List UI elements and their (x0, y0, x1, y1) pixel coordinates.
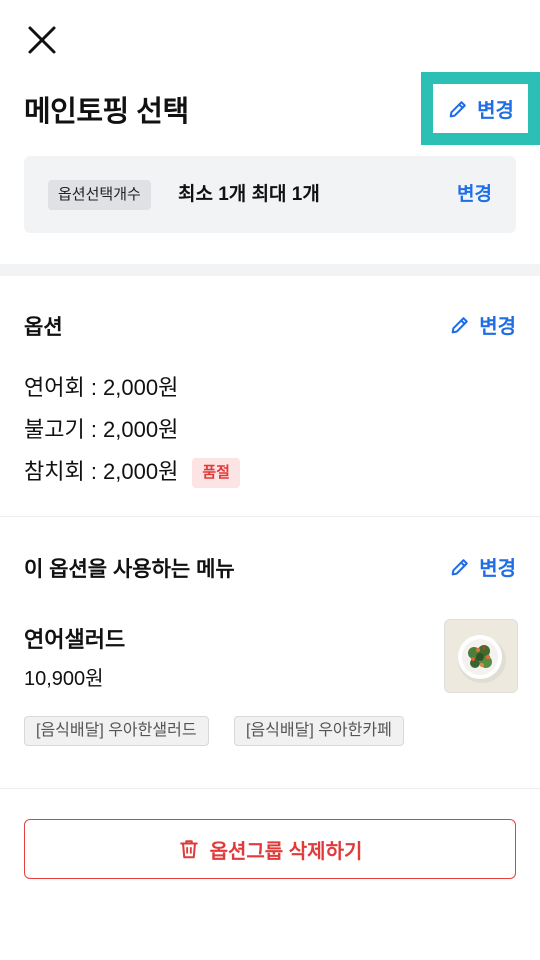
divider (0, 516, 540, 517)
option-item-text: 불고기 : 2,000원 (24, 417, 179, 442)
option-item-text: 연어회 : 2,000원 (24, 375, 179, 400)
close-icon (28, 26, 56, 54)
menu-thumbnail (444, 619, 518, 693)
store-tag: [음식배달] 우아한카페 (234, 716, 404, 746)
option-item-text: 참치회 : 2,000원 (24, 459, 179, 484)
pencil-icon (451, 316, 468, 333)
page-title: 메인토핑 선택 (24, 96, 189, 128)
option-count-chip: 옵션선택개수 (48, 180, 151, 210)
salad-image (445, 620, 517, 692)
menus-section-title: 이 옵션을 사용하는 메뉴 (24, 558, 235, 581)
menus-edit-label: 변경 (479, 558, 516, 580)
title-edit-button[interactable]: 변경 (433, 84, 528, 133)
title-edit-highlight: 변경 (421, 72, 540, 145)
options-edit-label: 변경 (479, 316, 516, 338)
divider (0, 788, 540, 789)
options-section-title: 옵션 (24, 316, 63, 339)
option-item: 불고기 : 2,000원 (24, 412, 178, 444)
soldout-badge: 품절 (192, 458, 240, 489)
option-count-value: 최소 1개 최대 1개 (178, 184, 320, 205)
option-item: 참치회 : 2,000원 품절 (24, 454, 240, 489)
section-divider (0, 264, 540, 276)
close-button[interactable] (24, 22, 60, 58)
menu-price: 10,900원 (24, 668, 104, 690)
trash-icon (179, 840, 198, 859)
store-tag: [음식배달] 우아한샐러드 (24, 716, 209, 746)
option-item: 연어회 : 2,000원 (24, 370, 178, 402)
option-count-box: 옵션선택개수 최소 1개 최대 1개 변경 (24, 156, 516, 233)
delete-option-group-button[interactable]: 옵션그룹 삭제하기 (24, 819, 516, 879)
menus-edit-button[interactable]: 변경 (449, 552, 516, 581)
title-edit-label: 변경 (477, 100, 514, 122)
pencil-icon (451, 558, 468, 575)
delete-option-group-label: 옵션그룹 삭제하기 (209, 840, 363, 863)
options-edit-button[interactable]: 변경 (449, 310, 516, 339)
pencil-icon (449, 100, 466, 117)
option-count-edit-button[interactable]: 변경 (457, 180, 492, 210)
menu-name[interactable]: 연어샐러드 (24, 622, 125, 654)
